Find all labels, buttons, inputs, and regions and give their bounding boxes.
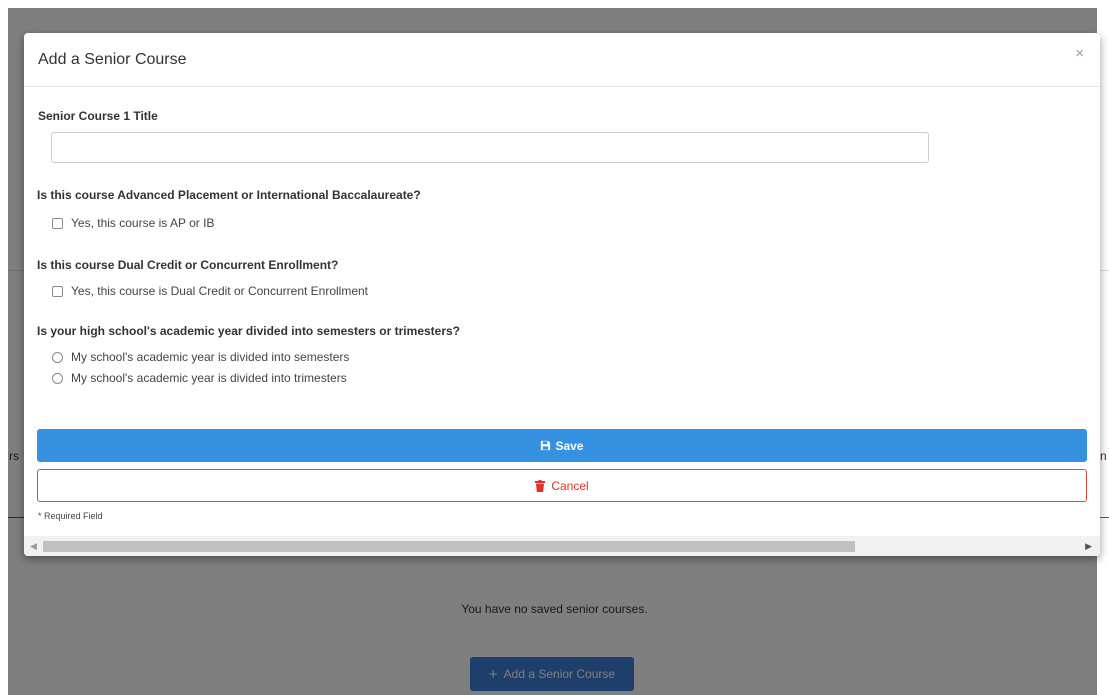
dual-credit-question: Is this course Dual Credit or Concurrent… <box>37 258 339 272</box>
save-button-label: Save <box>555 438 584 453</box>
cancel-button-label: Cancel <box>551 478 589 493</box>
semesters-option-label: My school's academic year is divided int… <box>71 350 350 364</box>
term-question: Is your high school's academic year divi… <box>37 324 461 338</box>
cancel-button[interactable]: Cancel <box>37 469 1087 502</box>
ap-ib-question: Is this course Advanced Placement or Int… <box>37 188 421 202</box>
save-button[interactable]: Save <box>37 429 1087 462</box>
scroll-right-icon[interactable]: ▶ <box>1085 541 1092 552</box>
trash-icon <box>535 479 546 492</box>
trimesters-radio[interactable] <box>52 372 63 384</box>
semesters-radio[interactable] <box>52 351 63 363</box>
add-course-modal: Add a Senior Course × Senior Course 1 Ti… <box>24 33 1100 556</box>
ap-ib-option-label: Yes, this course is AP or IB <box>71 216 215 230</box>
course-title-input[interactable] <box>51 132 929 163</box>
required-field-note: * Required Field <box>38 511 103 521</box>
close-icon[interactable]: × <box>1075 45 1084 62</box>
horizontal-scrollbar[interactable]: ◀ ▶ <box>24 536 1100 556</box>
ap-ib-option[interactable]: Yes, this course is AP or IB <box>52 216 214 230</box>
course-title-label: Senior Course 1 Title <box>38 109 158 123</box>
modal-header: Add a Senior Course × <box>24 33 1100 87</box>
floppy-disk-icon <box>541 440 551 451</box>
modal-title: Add a Senior Course <box>38 51 187 68</box>
scrollbar-thumb[interactable] <box>43 541 855 552</box>
trimesters-option-label: My school's academic year is divided int… <box>71 371 347 385</box>
dual-credit-option[interactable]: Yes, this course is Dual Credit or Concu… <box>52 284 368 298</box>
semesters-option[interactable]: My school's academic year is divided int… <box>52 350 349 364</box>
dual-credit-checkbox[interactable] <box>52 285 63 297</box>
background-text-fragment: n <box>1100 449 1107 463</box>
scroll-left-icon[interactable]: ◀ <box>30 541 37 552</box>
ap-ib-checkbox[interactable] <box>52 217 63 229</box>
dual-credit-option-label: Yes, this course is Dual Credit or Concu… <box>71 284 369 298</box>
trimesters-option[interactable]: My school's academic year is divided int… <box>52 371 347 385</box>
